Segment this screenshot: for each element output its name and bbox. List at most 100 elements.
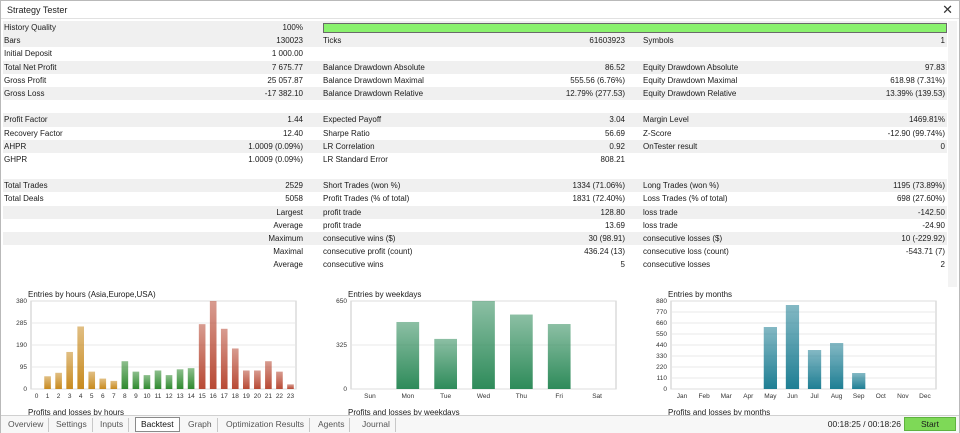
tab-settings[interactable]: Settings [51, 418, 93, 432]
x-tick-label: 1 [46, 393, 50, 400]
stat-value: 25 057.87 [267, 75, 303, 85]
stat-label: Average [273, 220, 303, 230]
x-tick-label: Feb [699, 393, 711, 400]
x-tick-label: 0 [35, 393, 39, 400]
x-tick-label: 8 [123, 393, 127, 400]
stat-value: 12.40 [282, 128, 303, 138]
bar [231, 348, 239, 389]
stat-label: Equity Drawdown Relative [643, 88, 737, 98]
tab-backtest[interactable]: Backtest [135, 417, 180, 432]
stat-value: 10 (-229.92) [901, 234, 945, 243]
stat-value: 12.79% (277.53) [565, 88, 625, 98]
bar [198, 324, 206, 389]
x-tick-label: 5 [90, 393, 94, 400]
stat-label: Margin Level [643, 115, 689, 125]
x-tick-label: 20 [254, 393, 262, 400]
tab-agents[interactable]: Agents [313, 418, 351, 432]
stat-value: 2 [940, 260, 945, 270]
y-tick-label: 770 [656, 309, 667, 316]
x-tick-label: Sat [592, 393, 602, 400]
x-tick-label: 7 [112, 393, 116, 400]
tab-overview[interactable]: Overview [3, 418, 50, 432]
bar [165, 375, 173, 389]
elapsed-timer: 00:18:25 / 00:18:26 [827, 419, 901, 429]
x-tick-label: Apr [743, 393, 754, 400]
tab-inputs[interactable]: Inputs [95, 418, 130, 432]
y-tick-label: 220 [656, 364, 667, 371]
chart-hours-plot: 0951902853800 1 2 3 4 5 6 7 8 9 10 11 12 13 14 15 16 17 18… [16, 298, 297, 400]
bar [276, 371, 283, 389]
stat-label: Profit Trades (% of total) [323, 194, 410, 204]
tab-journal[interactable]: Journal [357, 418, 396, 432]
stat-label: Maximal [273, 247, 303, 257]
stat-label: Equity Drawdown Absolute [643, 62, 739, 72]
stat-label: loss trade [643, 220, 678, 230]
stat-value: -24.90 [922, 220, 945, 230]
x-tick-label: Fri [555, 393, 563, 400]
bar [287, 384, 294, 389]
charts-area: Entries by hours (Asia,Europe,USA) 0 95 19… [3, 287, 947, 417]
bar [99, 378, 107, 389]
stat-label: consecutive loss (count) [643, 247, 729, 257]
bar [852, 373, 866, 389]
stat-label: consecutive losses ($) [643, 234, 723, 243]
stat-label: consecutive losses [643, 260, 711, 270]
stat-value: 3.04 [609, 115, 625, 125]
x-tick-label: Mar [721, 393, 733, 400]
x-tick-label: Tue [440, 393, 451, 400]
x-tick-label: Jun [787, 393, 798, 400]
stat-label: Total Deals [4, 194, 44, 204]
vertical-scrollbar[interactable] [948, 21, 957, 287]
x-tick-label: 6 [101, 393, 105, 400]
stat-value: 2529 [285, 181, 303, 191]
y-tick-label: 880 [656, 298, 667, 305]
y-tick-label: 0 [23, 386, 27, 393]
history-quality-value: 100% [282, 23, 303, 32]
stats-row: Total Trades 2529 Short Trades (won %) 1334… [3, 179, 947, 193]
bar [807, 350, 822, 389]
bar [265, 361, 272, 389]
tab-graph[interactable]: Graph [183, 418, 218, 432]
x-tick-label: 22 [276, 393, 284, 400]
stat-label: Gross Profit [4, 75, 47, 85]
start-button[interactable]: Start [904, 417, 956, 431]
stat-label: Z-Score [643, 128, 672, 138]
x-tick-label: Jan [677, 393, 688, 400]
stat-value: 698 (27.60%) [896, 194, 945, 204]
stat-label: Expected Payoff [323, 115, 382, 125]
strategy-tester-window: Strategy Tester ✕ History Quality 100% B… [0, 0, 960, 433]
x-tick-label: Jul [810, 393, 819, 400]
stats-row: Largest profit trade 128.80 loss trade -142.… [3, 205, 947, 219]
stat-label: Balance Drawdown Maximal [323, 75, 424, 85]
stat-label: loss trade [643, 207, 678, 217]
stats-row: Average profit trade 13.69 loss trade -24.90 [3, 219, 947, 232]
y-tick-label: 0 [343, 386, 347, 393]
stat-label: Ticks [323, 36, 342, 46]
close-icon[interactable]: ✕ [942, 2, 953, 18]
stat-label: Long Trades (won %) [643, 181, 720, 191]
stats-row: AHPR 1.0009 (0.09%) LR Correlation 0.92 OnTe… [3, 139, 947, 153]
stat-value: -12.90 (99.74%) [887, 128, 945, 138]
stats-row: Recovery Factor 12.40 Sharpe Ratio 56.69 Z-S… [3, 127, 947, 140]
x-tick-label: 9 [134, 393, 138, 400]
chart-hours-title: Entries by hours (Asia,Europe,USA) [28, 290, 156, 299]
history-quality-row: History Quality 100% [3, 21, 947, 35]
bar [187, 368, 195, 389]
y-tick-label: 660 [656, 320, 667, 327]
stats-row: Gross Profit 25 057.87 Balance Drawdown Ma… [3, 74, 947, 87]
stats-row [3, 166, 947, 179]
title-bar: Strategy Tester ✕ [1, 1, 959, 19]
bar [510, 314, 533, 389]
stat-label: Recovery Factor [4, 128, 63, 138]
stat-value: 130023 [276, 36, 303, 46]
bar [132, 371, 140, 389]
x-tick-label: Thu [516, 393, 528, 400]
stat-label: Largest [276, 207, 303, 217]
bar [143, 375, 151, 389]
stat-label: Total Net Profit [4, 62, 57, 72]
tab-optimization-results[interactable]: Optimization Results [221, 418, 310, 432]
stats-row: Gross Loss -17 382.10 Balance Drawdown Rel… [3, 86, 947, 101]
x-tick-label: 17 [221, 393, 229, 400]
bar [66, 351, 73, 389]
bar [785, 305, 800, 389]
